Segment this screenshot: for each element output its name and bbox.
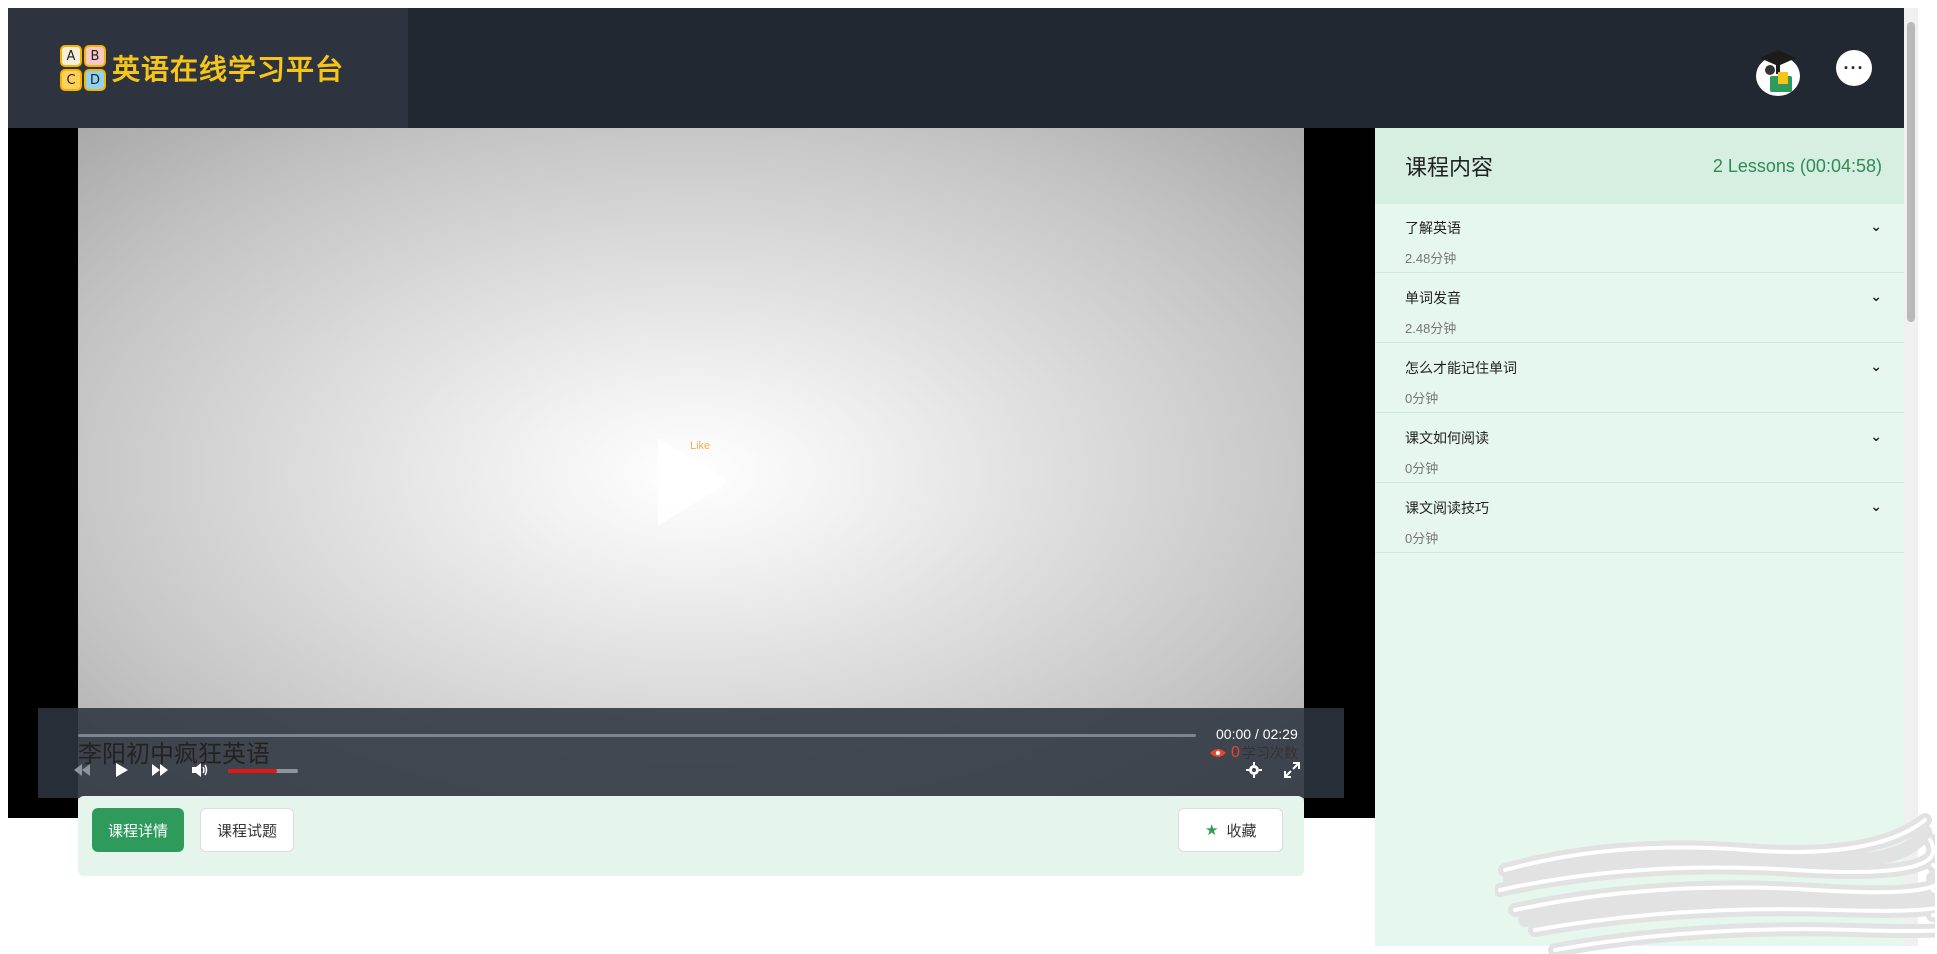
lesson-name: 怎么才能记住单词: [1405, 360, 1517, 376]
video-player[interactable]: Like 00:00 / 02:29: [8, 128, 1375, 818]
volume-level: [228, 769, 277, 773]
abcd-logo-icon: A B C D: [60, 45, 106, 91]
lessons-summary: 2 Lessons (00:04:58): [1712, 155, 1882, 176]
lesson-name: 单词发音: [1405, 290, 1461, 306]
redaction-scribble: [1495, 813, 1935, 954]
course-tabs: 课程详情 课程试题 ★ 收藏: [78, 796, 1304, 876]
chevron-down-icon[interactable]: ⌄: [1870, 498, 1882, 515]
lesson-duration: 0分钟: [1405, 531, 1439, 546]
course-title: 李阳初中疯狂英语: [78, 741, 270, 768]
video-overlay-text: Like: [690, 440, 711, 452]
view-count-label: 学习次数: [1241, 745, 1298, 761]
scrollbar-thumb[interactable]: [1907, 22, 1915, 322]
brand-title: 英语在线学习平台: [112, 53, 345, 86]
chevron-down-icon[interactable]: ⌄: [1870, 218, 1882, 235]
logo-letter-d: D: [84, 69, 106, 91]
view-count-number: 0: [1231, 744, 1240, 761]
chevron-down-icon[interactable]: ⌄: [1870, 428, 1882, 445]
view-count: 0 学习次数: [1210, 743, 1298, 763]
sidebar-title: 课程内容: [1405, 155, 1494, 180]
lesson-item[interactable]: 课文阅读技巧 0分钟 ⌄: [1375, 484, 1912, 553]
logo-letter-c: C: [60, 69, 82, 91]
lesson-name: 了解英语: [1405, 220, 1461, 236]
lesson-item[interactable]: 单词发音 2.48分钟 ⌄: [1375, 274, 1912, 343]
chevron-down-icon[interactable]: ⌄: [1870, 358, 1882, 375]
lesson-item[interactable]: 怎么才能记住单词 0分钟 ⌄: [1375, 344, 1912, 413]
lesson-item[interactable]: 课文如何阅读 0分钟 ⌄: [1375, 414, 1912, 483]
more-options-button[interactable]: ···: [1836, 50, 1872, 86]
page-scrollbar[interactable]: [1904, 8, 1918, 946]
sidebar-header: 课程内容 2 Lessons (00:04:58): [1375, 128, 1912, 204]
volume-slider[interactable]: [228, 769, 298, 773]
chevron-down-icon[interactable]: ⌄: [1870, 288, 1882, 305]
top-header: A B C D 英语在线学习平台 ···: [8, 8, 1912, 128]
logo-letter-a: A: [60, 45, 82, 67]
lesson-duration: 2.48分钟: [1405, 321, 1457, 336]
app-frame: A B C D 英语在线学习平台 ··· Like 00:00 / 02:29: [8, 8, 1912, 946]
lesson-name: 课文阅读技巧: [1405, 500, 1489, 516]
brand-logo-link[interactable]: A B C D 英语在线学习平台: [8, 8, 408, 128]
lesson-duration: 2.48分钟: [1405, 251, 1457, 266]
lesson-duration: 0分钟: [1405, 461, 1439, 476]
lesson-name: 课文如何阅读: [1405, 430, 1489, 446]
video-time: 00:00 / 02:29: [1216, 726, 1298, 742]
lesson-item[interactable]: 了解英语 2.48分钟 ⌄: [1375, 204, 1912, 273]
tab-course-quiz[interactable]: 课程试题: [200, 808, 295, 852]
logo-letter-b: B: [84, 45, 106, 67]
favorite-button[interactable]: ★ 收藏: [1178, 808, 1284, 852]
favorite-label: 收藏: [1226, 822, 1257, 840]
lesson-duration: 0分钟: [1405, 391, 1439, 406]
star-icon: ★: [1205, 822, 1219, 839]
eye-icon: [1210, 745, 1226, 761]
user-avatar[interactable]: [1748, 46, 1804, 98]
tab-course-details[interactable]: 课程详情: [92, 808, 185, 852]
